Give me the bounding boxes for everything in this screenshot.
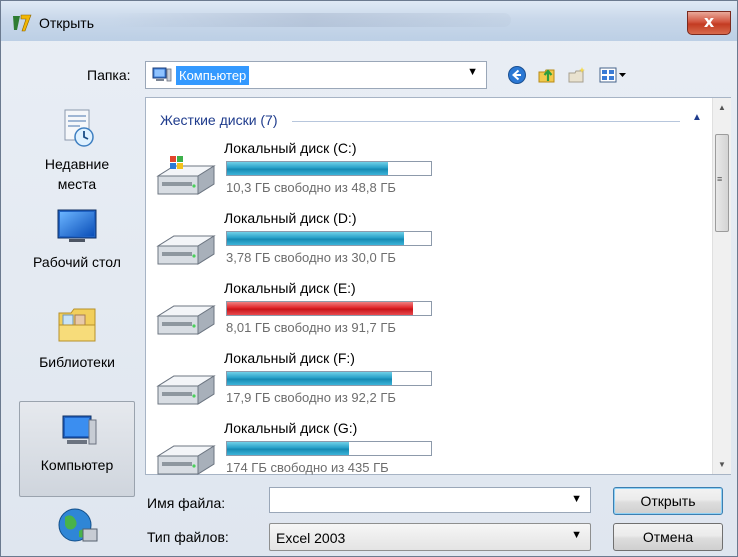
places-sidebar: Недавние места Рабочий стол Библиотеки К…	[19, 97, 137, 556]
open-button[interactable]: Открыть	[613, 487, 723, 515]
file-list[interactable]: Жесткие диски (7) ▲ ▲ ≡ ▼ Локальный диск…	[145, 97, 731, 475]
hard-drive-icon	[156, 445, 216, 475]
drive-name: Локальный диск (G:)	[224, 420, 358, 436]
sidebar-item-label: Библиотеки	[39, 354, 115, 370]
drive-usage-bar	[226, 441, 432, 456]
title-bar-blur	[111, 13, 511, 27]
sidebar-item-network[interactable]	[19, 503, 135, 552]
drive-name: Локальный диск (F:)	[224, 350, 355, 366]
drive-free-space: 17,9 ГБ свободно из 92,2 ГБ	[226, 390, 396, 405]
drive-free-space: 10,3 ГБ свободно из 48,8 ГБ	[226, 180, 396, 195]
hard-drive-icon	[156, 375, 216, 405]
cancel-button[interactable]: Отмена	[613, 523, 723, 551]
sidebar-item-label: Компьютер	[40, 457, 114, 473]
group-header[interactable]: Жесткие диски (7)	[160, 112, 278, 128]
grip-icon: ≡	[717, 174, 723, 184]
chevron-down-icon[interactable]: ▼	[571, 529, 582, 541]
drive-free-space: 174 ГБ свободно из 435 ГБ	[226, 460, 389, 475]
sidebar-item-desktop[interactable]: Рабочий стол	[19, 207, 135, 272]
sidebar-item-computer[interactable]: Компьютер	[19, 401, 135, 497]
up-folder-icon[interactable]	[537, 65, 557, 85]
close-icon: x	[703, 12, 715, 31]
filetype-value: Excel 2003	[276, 530, 346, 546]
app-icon	[13, 14, 32, 32]
new-folder-icon[interactable]	[567, 65, 587, 85]
libraries-icon	[58, 308, 96, 342]
folder-label: Папка:	[87, 67, 131, 83]
title-bar[interactable]: Открыть x	[1, 1, 737, 41]
back-icon[interactable]	[507, 65, 527, 85]
drive-item[interactable]: Локальный диск (C:) 10,3 ГБ свободно из 4…	[146, 140, 706, 208]
hard-drive-icon	[156, 305, 216, 335]
collapse-group-icon[interactable]: ▲	[692, 112, 702, 123]
group-divider	[292, 121, 680, 122]
drive-item[interactable]: Локальный диск (G:) 174 ГБ свободно из 43…	[146, 420, 706, 488]
recent-places-icon	[64, 109, 94, 147]
computer-icon	[62, 415, 97, 445]
drive-free-space: 8,01 ГБ свободно из 91,7 ГБ	[226, 320, 396, 335]
sidebar-item-recent[interactable]: Недавние места	[19, 107, 135, 194]
drive-usage-fill	[227, 442, 349, 455]
chevron-down-icon[interactable]: ▼	[467, 66, 478, 78]
drive-item[interactable]: Локальный диск (F:) 17,9 ГБ свободно из 9…	[146, 350, 706, 418]
drive-usage-fill	[227, 372, 392, 385]
view-menu-icon[interactable]	[599, 65, 629, 85]
filename-input[interactable]: ▼	[269, 487, 591, 513]
window-title: Открыть	[39, 15, 94, 31]
close-button[interactable]: x	[687, 11, 731, 35]
folder-combo[interactable]: Компьютер ▼	[145, 61, 487, 89]
filetype-select[interactable]: Excel 2003 ▼	[269, 523, 591, 551]
drive-name: Локальный диск (D:)	[224, 210, 357, 226]
open-file-dialog: Открыть x Папка: Компьютер ▼ Недавние ме…	[0, 0, 738, 557]
drive-usage-bar	[226, 301, 432, 316]
filetype-label: Тип файлов:	[147, 529, 229, 545]
computer-icon	[152, 67, 172, 82]
vertical-scrollbar[interactable]: ▲ ≡ ▼	[712, 98, 731, 474]
drive-usage-fill	[227, 302, 413, 315]
sidebar-item-label: Недавние	[44, 156, 110, 172]
drive-usage-fill	[227, 232, 404, 245]
hard-drive-icon	[156, 235, 216, 265]
network-icon	[58, 508, 98, 542]
drive-usage-bar	[226, 371, 432, 386]
sidebar-item-libraries[interactable]: Библиотеки	[19, 303, 135, 372]
drive-usage-bar	[226, 231, 432, 246]
filename-label: Имя файла:	[147, 495, 226, 511]
drive-item[interactable]: Локальный диск (E:) 8,01 ГБ свободно из 9…	[146, 280, 706, 348]
chevron-down-icon[interactable]: ▼	[571, 493, 582, 505]
hard-drive-icon	[156, 156, 216, 195]
drive-name: Локальный диск (C:)	[224, 140, 357, 156]
drive-name: Локальный диск (E:)	[224, 280, 356, 296]
drive-item[interactable]: Локальный диск (D:) 3,78 ГБ свободно из 3…	[146, 210, 706, 278]
sidebar-item-label: Рабочий стол	[33, 254, 121, 270]
sidebar-item-label: места	[57, 176, 97, 192]
drive-usage-fill	[227, 162, 388, 175]
drive-free-space: 3,78 ГБ свободно из 30,0 ГБ	[226, 250, 396, 265]
scroll-up-icon[interactable]: ▲	[718, 103, 726, 112]
scroll-down-icon[interactable]: ▼	[718, 460, 726, 469]
desktop-icon	[57, 209, 97, 242]
folder-combo-value: Компьютер	[176, 66, 250, 85]
drive-usage-bar	[226, 161, 432, 176]
